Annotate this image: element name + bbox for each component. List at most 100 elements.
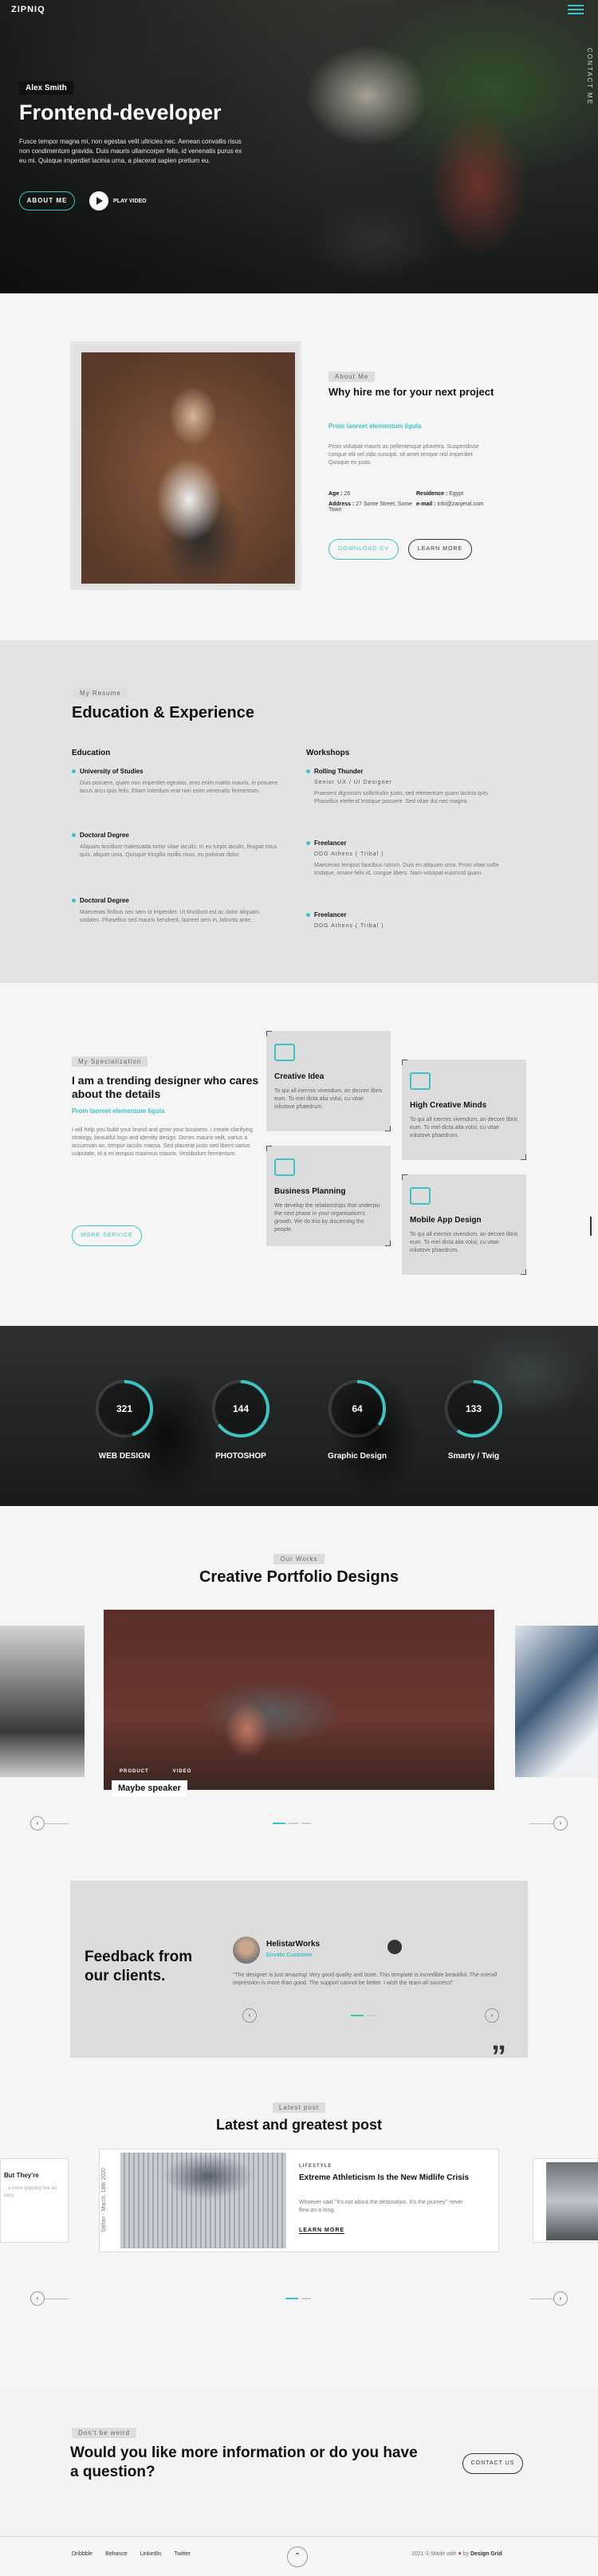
- education-item-text: Maecenas finibus nec sem ut imperdiet. U…: [80, 910, 259, 923]
- residence-label: Residence :: [416, 491, 448, 497]
- avatar[interactable]: [388, 1940, 402, 1954]
- scroll-indicator: [590, 1217, 592, 1236]
- feedback-section: Feedback from our clients. HelistarWorks…: [0, 1881, 598, 2072]
- footer-link-linkedin[interactable]: LinkedIn: [140, 2551, 161, 2557]
- site-logo[interactable]: ZIPNIQ: [11, 5, 45, 14]
- briefcase-icon: [274, 1158, 295, 1176]
- blog-card-image[interactable]: [120, 2153, 286, 2248]
- next-arrow-icon[interactable]: ›: [485, 2008, 499, 2023]
- skill-progress-ring: 321: [96, 1380, 153, 1437]
- skill-value: 64: [352, 1403, 363, 1414]
- workshop-item: Rolling Thunder Senior UX / UI Designer …: [306, 768, 513, 806]
- portfolio-caption[interactable]: Maybe speaker: [112, 1780, 187, 1796]
- about-photo: [81, 352, 295, 584]
- service-card[interactable]: Mobile App Design To qui all inermis viv…: [402, 1174, 526, 1275]
- portfolio-categories: PRODUCT VIDEO: [120, 1769, 191, 1774]
- workshop-item-subtitle: DDG Athens ( Tribal ): [314, 923, 384, 929]
- education-item-text: Duis posuere, quam non imperdiet egestas…: [80, 781, 278, 794]
- image-icon: [274, 1044, 295, 1061]
- resume-title: Education & Experience: [72, 704, 254, 722]
- education-item-title: Doctoral Degree: [72, 897, 279, 904]
- services-tag: My Specialization: [72, 1056, 148, 1067]
- scroll-top-icon[interactable]: ⌃: [287, 2547, 308, 2567]
- download-cv-button[interactable]: DOWNLOAD CV: [329, 539, 399, 560]
- education-item-title: Doctoral Degree: [72, 832, 279, 839]
- workshop-item-title: Freelancer: [306, 911, 513, 918]
- portfolio-item-next[interactable]: [515, 1626, 598, 1777]
- about-text: Proin volutpat mauris ac pellentesque ph…: [329, 444, 479, 466]
- contact-us-button[interactable]: CONTACT US: [462, 2453, 523, 2474]
- reviewer-role: Envato Customer: [266, 1953, 313, 1958]
- footer-link-twitter[interactable]: Twitter: [174, 2551, 191, 2557]
- more-service-button[interactable]: MORE SERVICE: [72, 1225, 142, 1246]
- blog-card-title[interactable]: Extreme Athleticism Is the New Midlife C…: [299, 2173, 484, 2183]
- education-item-title: University of Studies: [72, 768, 279, 775]
- skill-label: Graphic Design: [328, 1452, 387, 1461]
- age-value: 26: [344, 491, 351, 497]
- contact-tag: Don't be weird: [72, 2428, 136, 2438]
- prev-arrow-icon[interactable]: ‹: [30, 2291, 45, 2306]
- hero-name-tag: Alex Smith: [19, 81, 73, 95]
- workshop-item-subtitle: DDG Athens ( Tribal ): [314, 851, 384, 857]
- age-label: Age :: [329, 491, 343, 497]
- blog-card-category[interactable]: LIFESTYLE: [299, 2164, 332, 2169]
- about-me-button[interactable]: ABOUT ME: [19, 191, 75, 210]
- footer-social-links: Dribbble Behance LinkedIn Twitter: [72, 2551, 191, 2557]
- email-value[interactable]: info@zanjeral.com: [437, 501, 483, 507]
- service-card[interactable]: Business Planning We develop the relatio…: [266, 1146, 391, 1246]
- service-card-text: To qui all inermis vivendum, an decore l…: [274, 1088, 383, 1110]
- portfolio-title: Creative Portfolio Designs: [199, 1568, 399, 1586]
- portfolio-section: Our Works Creative Portfolio Designs PRO…: [0, 1506, 598, 1881]
- portfolio-category[interactable]: PRODUCT: [120, 1769, 149, 1774]
- workshop-item-title: Rolling Thunder: [306, 768, 513, 775]
- skill-value: 144: [233, 1403, 249, 1414]
- blog-card-prev-title: But They're: [4, 2172, 39, 2179]
- service-card-title: Business Planning: [274, 1187, 346, 1196]
- blog-card-date: Stéfan - March, 18th 2020: [101, 2168, 107, 2233]
- skill-value: 321: [116, 1403, 132, 1414]
- portfolio-category[interactable]: VIDEO: [173, 1769, 192, 1774]
- workshop-item: Freelancer DDG Athens ( Tribal ): [306, 911, 513, 929]
- service-card-text: To qui all inermis vivendum, an decore l…: [410, 1232, 518, 1253]
- side-contact-link[interactable]: CONTACT ME: [586, 48, 593, 105]
- blog-card-prev-text: ...a more gripping line an easy: [4, 2186, 57, 2198]
- learn-more-button[interactable]: LEARN MORE: [408, 539, 472, 560]
- service-card-text: We develop the relationships that underp…: [274, 1203, 380, 1233]
- prev-arrow-icon[interactable]: ‹: [242, 2008, 257, 2023]
- play-video-button[interactable]: PLAY VIDEO: [89, 191, 147, 210]
- menu-icon[interactable]: [568, 5, 584, 16]
- review-text: "The designer is just amazing! Very good…: [233, 1972, 498, 1986]
- skill-label: WEB DESIGN: [98, 1452, 151, 1461]
- portfolio-item-image[interactable]: [104, 1610, 494, 1790]
- footer-link-dribbble[interactable]: Dribbble: [72, 2551, 92, 2557]
- education-item: Doctoral Degree Maecenas finibus nec sem…: [72, 897, 279, 925]
- blog-learn-more-link[interactable]: LEARN MORE: [299, 2228, 345, 2234]
- heart-icon: ♥: [458, 2551, 462, 2557]
- skill-counter: 144 PHOTOSHOP: [193, 1377, 289, 1461]
- email-label: e-mail :: [416, 501, 436, 507]
- about-tag: About Me: [329, 372, 376, 382]
- next-arrow-icon[interactable]: ›: [553, 2291, 568, 2306]
- avatar: [233, 1937, 260, 1964]
- workshop-item-title: Freelancer: [306, 840, 513, 847]
- footer-link-behance[interactable]: Behance: [105, 2551, 128, 2557]
- prev-arrow-icon[interactable]: ‹: [30, 1816, 45, 1831]
- footer-brand-link[interactable]: Design Grid: [470, 2551, 502, 2557]
- blog-card-prev[interactable]: But They're ...a more gripping line an e…: [0, 2158, 69, 2243]
- about-section: [0, 293, 598, 640]
- about-subtitle: Proin laoreet elementum ligula: [329, 423, 422, 430]
- address-label: Address :: [329, 501, 355, 507]
- blog-card-next[interactable]: [533, 2158, 598, 2243]
- workshop-item-subtitle: Senior UX / UI Designer: [314, 780, 392, 785]
- workshop-item-text: Praesent dignissim sollicitudin justo, s…: [314, 791, 490, 804]
- skill-counter: 64 Graphic Design: [309, 1377, 405, 1461]
- next-arrow-icon[interactable]: ›: [553, 1816, 568, 1831]
- blog-card[interactable]: Stéfan - March, 18th 2020 LIFESTYLE Extr…: [99, 2149, 499, 2252]
- service-card[interactable]: High Creative Minds To qui all inermis v…: [402, 1060, 526, 1160]
- services-title: I am a trending designer who cares about…: [72, 1074, 259, 1100]
- skill-label: Smarty / Twig: [447, 1452, 500, 1461]
- service-card[interactable]: Creative Idea To qui all inermis vivendu…: [266, 1031, 391, 1131]
- workshop-item: Freelancer DDG Athens ( Tribal ) Maecena…: [306, 840, 513, 878]
- portfolio-item-prev[interactable]: [0, 1626, 85, 1777]
- play-video-label: PLAY VIDEO: [113, 198, 147, 204]
